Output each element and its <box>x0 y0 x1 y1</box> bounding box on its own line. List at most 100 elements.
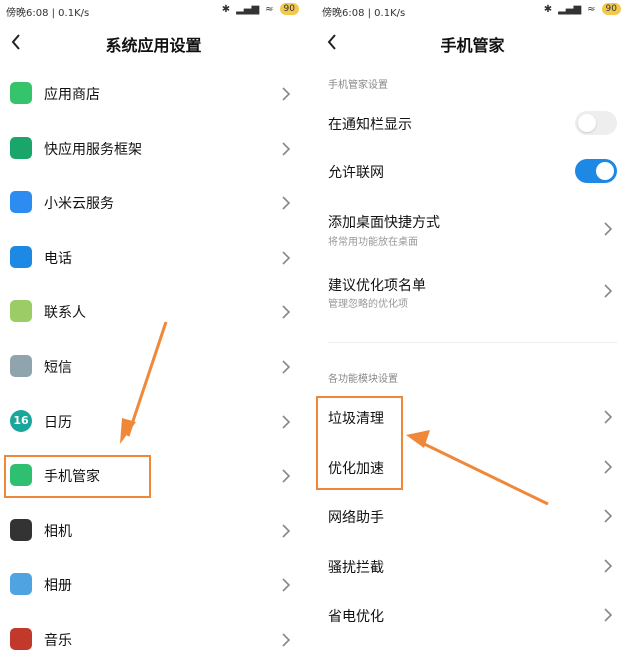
signal-icon: ▂▄▆ <box>236 3 260 15</box>
section-label-modules: 各功能模块设置 <box>328 374 398 385</box>
back-button[interactable] <box>322 29 342 55</box>
chevron-right-icon <box>604 222 613 236</box>
chevron-right-icon <box>282 360 291 374</box>
toggle-knob <box>578 114 596 132</box>
wifi-icon: ≈ <box>587 3 596 15</box>
section-divider <box>328 342 617 343</box>
screen-gap <box>307 0 316 650</box>
phone-icon <box>10 245 32 268</box>
toggle-knob <box>596 162 614 180</box>
app-item[interactable]: 音乐 <box>0 614 307 650</box>
app-item-label: 应用商店 <box>44 87 100 103</box>
chevron-right-icon <box>282 578 291 592</box>
wifi-icon: ≈ <box>265 3 274 15</box>
app-item[interactable]: 相机 <box>0 505 307 559</box>
app-item[interactable]: 小米云服务 <box>0 177 307 231</box>
module-item[interactable]: 省电优化 <box>316 590 629 638</box>
chevron-right-icon <box>604 509 613 523</box>
page-title: 手机管家 <box>440 36 505 55</box>
battery-icon: 90 <box>601 3 621 15</box>
chevron-left-icon <box>327 34 336 50</box>
app-item-label: 小米云服务 <box>44 196 114 213</box>
module-item[interactable]: 优化加速 <box>316 442 629 490</box>
status-icons: ✱ ▂▄▆ ≈ 90 <box>544 3 621 15</box>
allow-network-setting[interactable]: 允许联网 <box>316 148 629 194</box>
back-button[interactable] <box>6 29 26 55</box>
suggest-list-sub: 管理忽略的优化项 <box>328 299 408 310</box>
allow-network-toggle[interactable] <box>575 159 617 183</box>
chevron-right-icon <box>604 410 613 424</box>
status-time: 傍晚6:08 | 0.1K/s <box>6 8 90 19</box>
contacts-icon <box>10 300 32 323</box>
gallery-icon <box>10 573 32 596</box>
cloud-icon <box>10 191 32 214</box>
app-item[interactable]: 联系人 <box>0 286 307 340</box>
app-item-label: 相册 <box>44 578 72 595</box>
module-item-label: 省电优化 <box>328 609 384 625</box>
desktop-shortcut-setting[interactable]: 添加桌面快捷方式 将常用功能放在桌面 <box>316 200 629 258</box>
signal-icon: ▂▄▆ <box>558 3 582 15</box>
app-item-label: 快应用服务框架 <box>44 141 142 158</box>
app-store-icon <box>10 82 32 104</box>
battery-icon: 90 <box>279 3 299 15</box>
app-item[interactable]: 短信 <box>0 341 307 395</box>
chevron-right-icon <box>282 196 291 210</box>
notif-bar-toggle[interactable] <box>575 111 617 135</box>
title-bar: 系统应用设置 <box>0 24 307 60</box>
music-icon <box>10 628 32 650</box>
chevron-right-icon <box>604 284 613 298</box>
chevron-right-icon <box>282 633 291 647</box>
app-item[interactable]: 快应用服务框架 <box>0 123 307 177</box>
section-label-settings: 手机管家设置 <box>328 80 388 91</box>
chevron-right-icon <box>282 142 291 156</box>
chevron-right-icon <box>604 608 613 622</box>
module-item[interactable]: 垃圾清理 <box>316 392 629 440</box>
module-item[interactable]: 骚扰拦截 <box>316 541 629 589</box>
desktop-shortcut-label: 添加桌面快捷方式 <box>328 215 440 231</box>
calendar-date-text: 16 <box>13 413 29 427</box>
status-icons: ✱ ▂▄▆ ≈ 90 <box>222 3 299 15</box>
app-item-label: 联系人 <box>44 305 86 322</box>
notif-bar-setting[interactable]: 在通知栏显示 <box>316 100 629 146</box>
suggest-list-setting[interactable]: 建议优化项名单 管理忽略的优化项 <box>316 262 629 320</box>
module-item-label: 垃圾清理 <box>328 411 384 427</box>
status-time: 傍晚6:08 | 0.1K/s <box>322 8 406 19</box>
app-item[interactable]: 应用商店 <box>0 68 307 122</box>
system-app-settings-screen: 傍晚6:08 | 0.1K/s ✱ ▂▄▆ ≈ 90 系统应用设置 应用商店快应… <box>0 0 307 650</box>
app-item-label: 电话 <box>44 250 72 267</box>
chevron-right-icon <box>282 87 291 101</box>
module-item-label: 骚扰拦截 <box>328 559 384 576</box>
bluetooth-icon: ✱ <box>221 3 231 15</box>
chevron-left-icon <box>11 34 20 50</box>
allow-network-label: 允许联网 <box>328 165 384 181</box>
bluetooth-icon: ✱ <box>543 3 553 15</box>
module-item-label: 优化加速 <box>328 460 384 477</box>
chevron-right-icon <box>282 469 291 483</box>
notif-bar-label: 在通知栏显示 <box>328 117 412 133</box>
module-item[interactable]: 网络助手 <box>316 491 629 539</box>
page-title: 系统应用设置 <box>105 36 202 55</box>
chevron-right-icon <box>282 305 291 319</box>
calendar-icon: 16 <box>10 409 32 432</box>
app-item[interactable]: 手机管家 <box>0 450 307 504</box>
chevron-right-icon <box>282 251 291 265</box>
camera-icon <box>10 518 32 541</box>
security-shield-icon <box>10 464 32 487</box>
app-item-label: 相机 <box>44 523 72 540</box>
app-item-label: 日历 <box>44 414 72 431</box>
app-item-label: 短信 <box>44 360 72 376</box>
chevron-right-icon <box>604 459 613 474</box>
app-item[interactable]: 电话 <box>0 232 307 286</box>
app-item-label: 音乐 <box>44 633 72 649</box>
suggest-list-label: 建议优化项名单 <box>328 278 426 294</box>
status-bar: 傍晚6:08 | 0.1K/s ✱ ▂▄▆ ≈ 90 <box>316 0 629 20</box>
status-bar: 傍晚6:08 | 0.1K/s ✱ ▂▄▆ ≈ 90 <box>0 0 307 20</box>
sms-icon <box>10 355 32 377</box>
app-item[interactable]: 相册 <box>0 559 307 613</box>
security-app-settings-screen: 傍晚6:08 | 0.1K/s ✱ ▂▄▆ ≈ 90 手机管家 手机管家设置 在… <box>316 0 629 650</box>
app-item[interactable]: 16 日历 <box>0 396 307 450</box>
chevron-right-icon <box>282 524 291 538</box>
module-item-label: 网络助手 <box>328 510 384 526</box>
desktop-shortcut-sub: 将常用功能放在桌面 <box>328 237 418 248</box>
chevron-right-icon <box>604 558 613 573</box>
